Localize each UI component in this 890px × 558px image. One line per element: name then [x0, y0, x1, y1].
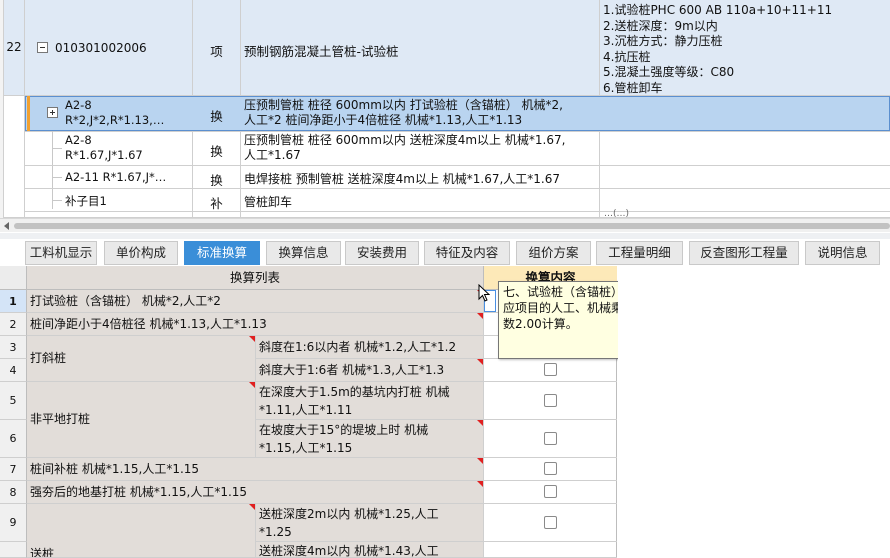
- conversion-item[interactable]: 桩间净距小于4倍桩径 机械*1.13,人工*1.13: [27, 313, 484, 336]
- tab-conversion-info[interactable]: 换算信息: [266, 241, 341, 265]
- sub-type: 换: [210, 109, 223, 124]
- tab-labor-material-machine[interactable]: 工料机显示: [25, 241, 97, 265]
- item-type: 项: [210, 44, 223, 59]
- conversion-group: 非平地打桩: [27, 382, 256, 458]
- content-cell[interactable]: [484, 359, 617, 382]
- row-number: 6: [0, 420, 27, 458]
- tab-features-content[interactable]: 特征及内容: [424, 241, 510, 265]
- sub-type: 补: [210, 196, 223, 211]
- row-number: 3: [0, 336, 27, 359]
- row-number: 1: [0, 290, 27, 313]
- sub-code: A2-8 R*1.67,J*1.67: [65, 133, 143, 162]
- conversion-group: 送桩: [27, 504, 256, 558]
- row-number: 22: [6, 40, 22, 54]
- feature-line: 2.送桩深度：9m以内: [603, 18, 718, 33]
- feature-line: 4.抗压桩: [603, 49, 651, 64]
- tab-unit-price[interactable]: 单价构成: [104, 241, 178, 265]
- feature-line: 6.管桩卸车: [603, 80, 663, 95]
- feature-line: 1.试验桩PHC 600 AB 110a+10+11+11: [603, 3, 833, 17]
- content-cell[interactable]: [484, 458, 617, 481]
- conversion-item[interactable]: 打试验桩（含锚桩） 机械*2,人工*2: [27, 290, 484, 313]
- sub-type: 换: [210, 144, 223, 159]
- sub-name: 电焊接桩 预制管桩 送桩深度4m以上 机械*1.67,人工*1.67: [244, 172, 561, 186]
- expand-icon[interactable]: [47, 107, 58, 118]
- conversion-item[interactable]: 斜度大于1:6者 机械*1.3,人工*1.3: [256, 359, 484, 382]
- conversion-checkbox[interactable]: [544, 394, 557, 407]
- conversion-item[interactable]: 在坡度大于15°的堤坡上时 机械 *1.15,人工*1.15: [256, 420, 484, 458]
- content-cell[interactable]: [484, 481, 617, 504]
- scrollbar-thumb[interactable]: [14, 223, 890, 229]
- content-cell[interactable]: [484, 542, 617, 558]
- row-number: 9: [0, 504, 27, 542]
- conversion-checkbox[interactable]: [544, 432, 557, 445]
- item-code: 010301002006: [55, 41, 147, 55]
- conversion-checkbox[interactable]: [544, 363, 557, 376]
- tab-reverse-graphic-quantity[interactable]: 反查图形工程量: [689, 241, 799, 265]
- tab-description[interactable]: 说明信息: [805, 241, 880, 265]
- header-conversion-list: 换算列表: [27, 266, 484, 290]
- sub-type: 换: [210, 173, 223, 188]
- conversion-checkbox[interactable]: [544, 462, 557, 475]
- scroll-left-icon[interactable]: [4, 222, 9, 230]
- sub-name: 压预制管桩 桩径 600mm以内 送桩深度4m以上 机械*1.67, 人工*1.…: [244, 133, 566, 162]
- sub-code: A2-8 R*2,J*2,R*1.13,…: [65, 98, 165, 127]
- content-cell[interactable]: [484, 382, 617, 420]
- conversion-item[interactable]: 送桩深度4m以内 机械*1.43,人工: [256, 542, 484, 558]
- row-number: 7: [0, 458, 27, 481]
- row-number: 2: [0, 313, 27, 336]
- content-cell[interactable]: [484, 504, 617, 542]
- item-features: 1.试验桩PHC 600 AB 110a+10+11+11 2.送桩深度：9m以…: [603, 3, 832, 96]
- tab-standard-conversion[interactable]: 标准换算: [184, 241, 260, 265]
- tab-pricing-plan[interactable]: 组价方案: [516, 241, 591, 265]
- row-number: 4: [0, 359, 27, 382]
- horizontal-scrollbar[interactable]: [0, 218, 890, 232]
- conversion-item[interactable]: 送桩深度2m以内 机械*1.25,人工 *1.25: [256, 504, 484, 542]
- tab-quantity-detail[interactable]: 工程量明细: [596, 241, 683, 265]
- tab-installation-fee[interactable]: 安装费用: [345, 241, 419, 265]
- sub-code: 补子目1: [65, 194, 107, 208]
- conversion-item[interactable]: 强夯后的地基打桩 机械*1.15,人工*1.15: [27, 481, 484, 504]
- sub-code: A2-11 R*1.67,J*…: [65, 170, 167, 184]
- conversion-checkbox[interactable]: [544, 485, 557, 498]
- top-grid: 22 010301002006 项 预制钢筋混凝土管桩-试验桩 1.试验桩PHC…: [0, 0, 890, 218]
- conversion-item[interactable]: 在深度大于1.5m的基坑内打桩 机械 *1.11,人工*1.11: [256, 382, 484, 420]
- empty-area: [618, 266, 890, 558]
- row-number: 5: [0, 382, 27, 420]
- conversion-checkbox[interactable]: [544, 516, 557, 529]
- tree-line: [52, 131, 53, 209]
- conversion-group: 打斜桩: [27, 336, 256, 382]
- partial-text: …(…): [604, 209, 630, 218]
- feature-line: 5.混凝土强度等级：C80: [603, 65, 735, 79]
- content-cell[interactable]: [484, 420, 617, 458]
- mouse-cursor-icon: [478, 284, 490, 302]
- item-name: 预制钢筋混凝土管桩-试验桩: [244, 44, 399, 59]
- feature-line: 3.沉桩方式：静力压桩: [603, 34, 723, 48]
- collapse-icon[interactable]: [37, 42, 48, 53]
- conversion-item[interactable]: 桩间补桩 机械*1.15,人工*1.15: [27, 458, 484, 481]
- sub-name: 管桩卸车: [244, 195, 293, 209]
- sub-name: 压预制管桩 桩径 600mm以内 打试验桩（含锚桩） 机械*2, 人工*2 桩间…: [244, 98, 563, 127]
- conversion-item[interactable]: 斜度在1:6以内者 机械*1.2,人工*1.2: [256, 336, 484, 359]
- row-number: 8: [0, 481, 27, 504]
